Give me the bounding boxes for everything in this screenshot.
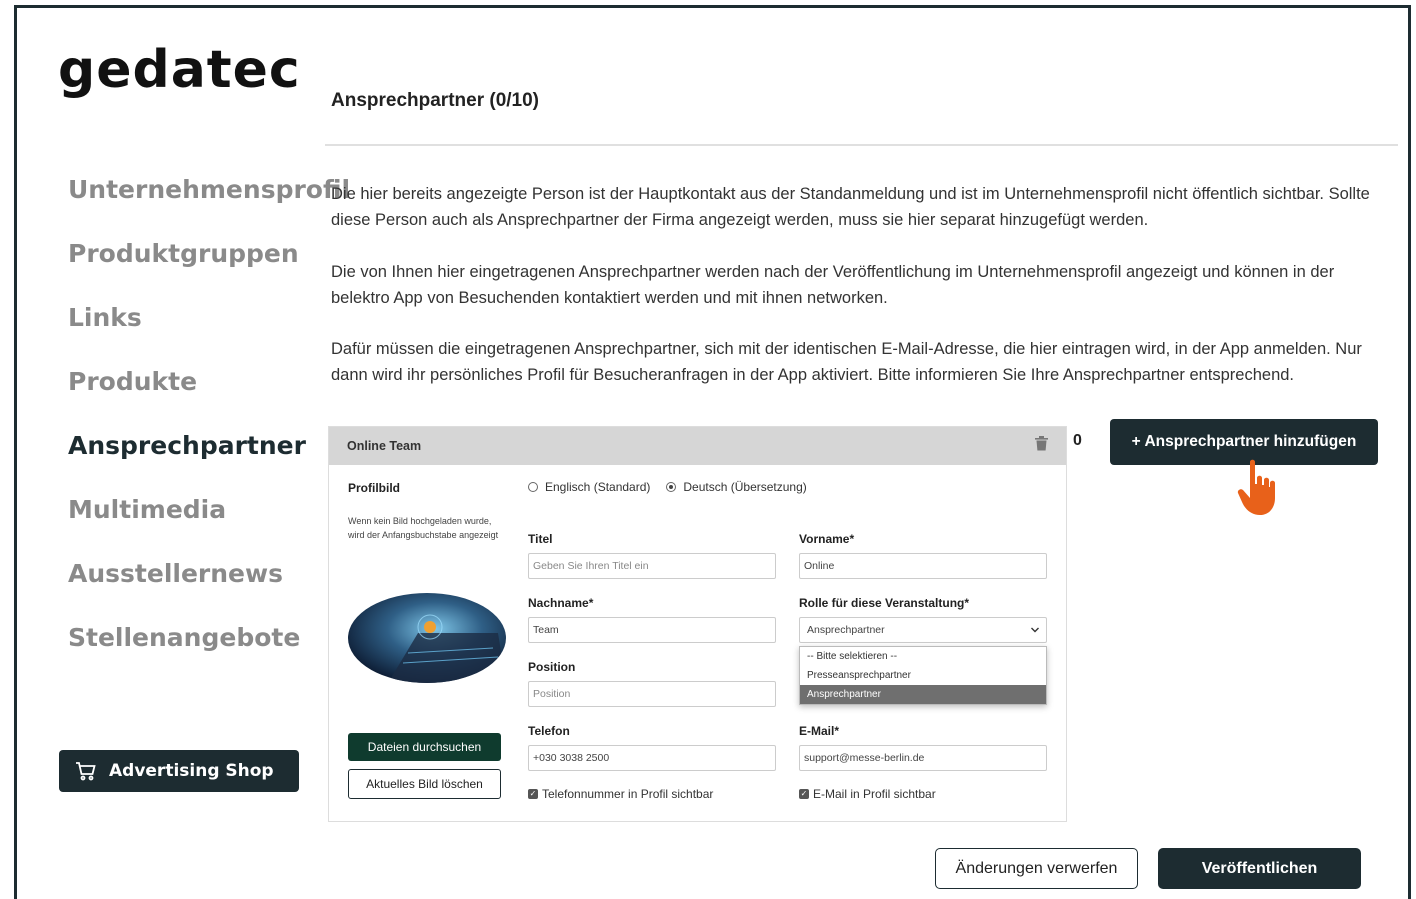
sidebar-nav: Unternehmensprofil Produktgruppen Links … bbox=[68, 168, 350, 680]
contact-card: Online Team Profilbild Wenn kein Bild ho… bbox=[328, 426, 1067, 822]
language-selector: Englisch (Standard) Deutsch (Übersetzung… bbox=[528, 480, 807, 494]
rolle-option[interactable]: -- Bitte selektieren -- bbox=[800, 647, 1046, 666]
rolle-dropdown: -- Bitte selektieren -- Presseansprechpa… bbox=[799, 646, 1047, 705]
nachname-label: Nachname* bbox=[528, 596, 594, 610]
email-label: E-Mail* bbox=[799, 724, 840, 738]
profilbild-hint: Wenn kein Bild hochgeladen wurde, wird d… bbox=[348, 516, 499, 540]
email-visible-checkbox[interactable]: ✓ E-Mail in Profil sichtbar bbox=[799, 787, 936, 801]
sidebar-item-multimedia[interactable]: Multimedia bbox=[68, 488, 318, 552]
shopping-cart-icon bbox=[76, 762, 96, 781]
trash-icon[interactable] bbox=[1035, 436, 1048, 456]
sidebar-item-unternehmensprofil[interactable]: Unternehmensprofil bbox=[68, 168, 350, 232]
rolle-select[interactable]: Ansprechpartner bbox=[799, 617, 1047, 643]
publish-button[interactable]: Veröffentlichen bbox=[1158, 848, 1361, 889]
info-paragraph-1: Die hier bereits angezeigte Person ist d… bbox=[331, 185, 1370, 229]
info-paragraph-2: Die von Ihnen hier eingetragenen Ansprec… bbox=[331, 263, 1335, 307]
rolle-option[interactable]: Presseansprechpartner bbox=[800, 666, 1046, 685]
radio-german[interactable] bbox=[666, 482, 677, 492]
radio-english-label: Englisch (Standard) bbox=[545, 480, 651, 494]
sidebar-item-ansprechpartner[interactable]: Ansprechpartner bbox=[68, 424, 318, 488]
rolle-option-selected[interactable]: Ansprechpartner bbox=[800, 685, 1046, 704]
page-title: Ansprechpartner (0/10) bbox=[331, 90, 540, 111]
email-input[interactable] bbox=[799, 745, 1047, 771]
discard-changes-button[interactable]: Änderungen verwerfen bbox=[935, 848, 1138, 889]
nachname-input[interactable] bbox=[528, 617, 776, 643]
vorname-label: Vorname* bbox=[799, 532, 855, 546]
rolle-label: Rolle für diese Veranstaltung* bbox=[799, 596, 970, 610]
contact-counter: 0 bbox=[1073, 432, 1082, 449]
radio-german-label: Deutsch (Übersetzung) bbox=[683, 480, 807, 494]
position-input[interactable] bbox=[528, 681, 776, 707]
delete-image-button[interactable]: Aktuelles Bild löschen bbox=[348, 769, 501, 799]
phone-visible-label: Telefonnummer in Profil sichtbar bbox=[542, 787, 714, 801]
rolle-select-value: Ansprechpartner bbox=[807, 624, 885, 636]
sidebar-item-ausstellernews[interactable]: Ausstellernews bbox=[68, 552, 318, 616]
chevron-down-icon bbox=[1031, 624, 1039, 636]
sidebar-item-produkte[interactable]: Produkte bbox=[68, 360, 318, 424]
email-visible-label: E-Mail in Profil sichtbar bbox=[813, 787, 936, 801]
vorname-input[interactable] bbox=[799, 553, 1047, 579]
profilbild-label: Profilbild bbox=[348, 481, 400, 495]
checkbox-checked-icon: ✓ bbox=[799, 789, 809, 799]
titel-input[interactable] bbox=[528, 553, 776, 579]
contact-card-name: Online Team bbox=[347, 439, 422, 453]
sidebar-item-produktgruppen[interactable]: Produktgruppen bbox=[68, 232, 318, 296]
telefon-input[interactable] bbox=[528, 745, 776, 771]
checkbox-checked-icon: ✓ bbox=[528, 789, 538, 799]
gedatec-logo: gedatec bbox=[58, 40, 301, 100]
phone-visible-checkbox[interactable]: ✓ Telefonnummer in Profil sichtbar bbox=[528, 787, 713, 801]
titel-label: Titel bbox=[528, 532, 553, 546]
info-paragraph-3: Dafür müssen die eingetragenen Ansprechp… bbox=[331, 340, 1362, 384]
browse-files-button[interactable]: Dateien durchsuchen bbox=[348, 733, 501, 761]
position-label: Position bbox=[528, 660, 576, 674]
advertising-shop-label: Advertising Shop bbox=[109, 761, 274, 781]
sidebar-item-stellenangebote[interactable]: Stellenangebote bbox=[68, 616, 318, 680]
telefon-label: Telefon bbox=[528, 724, 570, 738]
hand-cursor-icon bbox=[1236, 458, 1280, 523]
profile-image bbox=[348, 593, 506, 683]
title-divider bbox=[325, 144, 1398, 146]
advertising-shop-button[interactable]: Advertising Shop bbox=[59, 750, 299, 792]
contact-card-header[interactable]: Online Team bbox=[329, 427, 1066, 465]
radio-english[interactable] bbox=[528, 482, 538, 492]
sidebar-item-links[interactable]: Links bbox=[68, 296, 318, 360]
